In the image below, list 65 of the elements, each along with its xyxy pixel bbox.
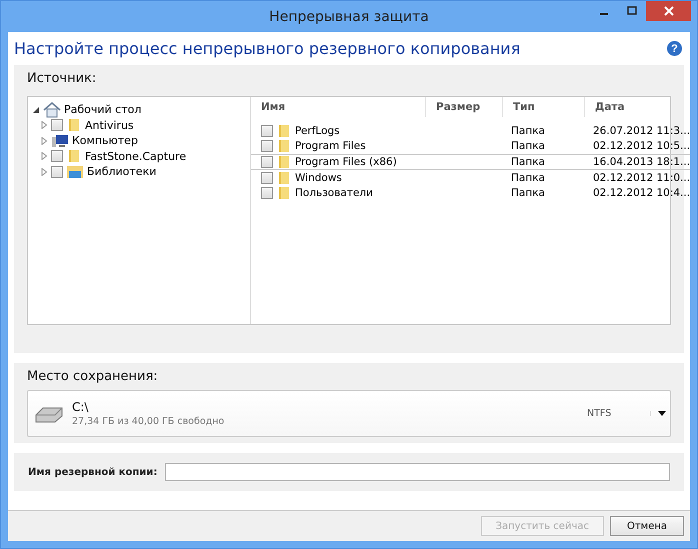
folder-icon xyxy=(277,170,291,185)
minimize-icon xyxy=(600,13,608,15)
file-name: Windows xyxy=(295,172,342,184)
file-row[interactable]: Program Files (x86) Папка 16.04.2013 18:1... xyxy=(251,154,690,170)
column-header[interactable]: Дата xyxy=(585,97,690,117)
tree-item[interactable]: FastStone.Capture xyxy=(28,148,250,164)
checkbox[interactable] xyxy=(261,172,273,184)
destination-label: Место сохранения: xyxy=(27,369,159,384)
dialog-button[interactable]: Отмена xyxy=(610,516,684,536)
file-date: 16.04.2013 18:1... xyxy=(592,156,690,168)
checkbox[interactable] xyxy=(261,124,273,137)
file-type: Папка xyxy=(510,156,546,168)
tree-item[interactable]: Библиотеки xyxy=(28,164,250,180)
destination-dropdown[interactable]: C:\ 27,34 ГБ из 40,00 ГБ свободно NTFS xyxy=(27,390,671,437)
checkbox[interactable] xyxy=(51,150,63,162)
folder-icon xyxy=(277,186,291,200)
column-header[interactable]: Размер xyxy=(426,97,503,117)
folder-icon xyxy=(66,149,82,164)
tree-item[interactable]: Рабочий стол xyxy=(28,102,250,118)
file-date: 02.12.2012 10:4... xyxy=(592,187,690,200)
free-space: 27,34 ГБ из 40,00 ГБ свободно xyxy=(72,416,226,427)
house-icon xyxy=(43,102,61,118)
filesystem-label: NTFS xyxy=(587,408,612,419)
file-date: 02.12.2012 10:5... xyxy=(592,140,690,152)
drive-name: C:\ xyxy=(72,400,90,414)
help-button[interactable]: ? xyxy=(667,41,682,56)
caret-icon xyxy=(650,411,666,416)
folder-icon xyxy=(66,118,82,132)
backup-name-label: Имя резервной копии: xyxy=(28,466,158,478)
folder-icon xyxy=(277,139,291,154)
checkbox[interactable] xyxy=(261,187,273,200)
file-name: Program Files xyxy=(295,140,366,152)
close-icon xyxy=(664,6,674,16)
page-heading: Настройте процесс непрерывного резервного копирования xyxy=(14,39,520,58)
file-type: Папка xyxy=(510,124,546,137)
file-name: Program Files (x86) xyxy=(295,156,397,168)
checkbox[interactable] xyxy=(261,140,273,152)
column-header[interactable]: Имя xyxy=(251,97,426,117)
checkbox[interactable] xyxy=(51,119,63,132)
file-name: PerfLogs xyxy=(295,124,340,137)
file-name: Пользователи xyxy=(295,187,373,200)
folder-icon xyxy=(277,154,291,169)
library-icon xyxy=(66,164,84,180)
checkbox[interactable] xyxy=(51,166,63,178)
file-date: 26.07.2012 11:3... xyxy=(592,124,690,137)
column-header[interactable]: Тип xyxy=(503,97,585,117)
tree-item[interactable]: Antivirus xyxy=(28,118,250,133)
file-date: 02.12.2012 11:0... xyxy=(592,172,690,184)
file-type: Папка xyxy=(510,172,546,184)
file-type: Папка xyxy=(510,140,546,152)
checkbox[interactable] xyxy=(261,156,273,168)
backup-name-field[interactable] xyxy=(165,463,670,481)
file-row[interactable]: Windows Папка 02.12.2012 11:0... xyxy=(251,170,690,186)
expander-icon[interactable] xyxy=(32,106,40,114)
file-row[interactable]: PerfLogs Папка 26.07.2012 11:3... xyxy=(251,123,690,139)
file-type: Папка xyxy=(510,187,546,200)
computer-icon xyxy=(51,134,69,148)
window-title: Непрерывная защита xyxy=(269,8,429,24)
file-row[interactable]: Пользователи Папка 02.12.2012 10:4... xyxy=(251,185,690,201)
folder-icon xyxy=(277,124,291,138)
tree-item[interactable]: Компьютер xyxy=(28,133,250,148)
source-label: Источник: xyxy=(27,71,98,86)
file-row[interactable]: Program Files Папка 02.12.2012 10:5... xyxy=(251,138,690,154)
close-button[interactable] xyxy=(646,1,691,21)
maximize-icon xyxy=(627,6,637,16)
